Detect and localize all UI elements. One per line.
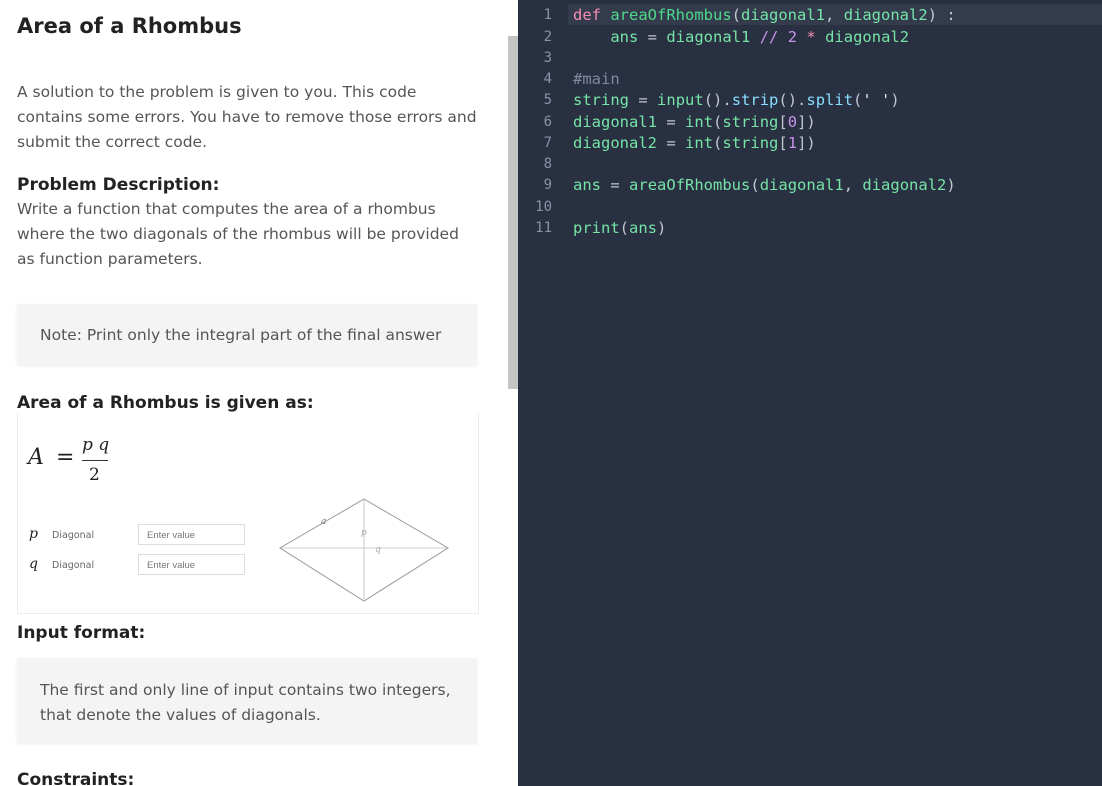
line-number-gutter: 1 2 3 4 5 6 7 8 9 10 11 <box>518 0 568 786</box>
description-heading: Problem Description: <box>17 175 220 195</box>
code-line-4[interactable]: #main <box>573 69 620 90</box>
note-box: Note: Print only the integral part of th… <box>17 304 477 365</box>
code-line-9[interactable]: ans = areaOfRhombus(diagonal1, diagonal2… <box>573 175 956 196</box>
input-format-box: The first and only line of input contain… <box>17 658 477 743</box>
area-heading: Area of a Rhombus is given as: <box>17 393 314 413</box>
line-number: 5 <box>543 92 552 108</box>
code-editor[interactable]: 1 2 3 4 5 6 7 8 9 10 11 def areaOfRhombu… <box>518 0 1102 786</box>
diagram-side-label: a <box>321 517 326 527</box>
line-number: 3 <box>543 50 552 66</box>
code-line-6[interactable]: diagonal1 = int(string[0]) <box>573 112 816 133</box>
input-format-heading: Input format: <box>17 623 146 643</box>
problem-panel: Area of a Rhombus A solution to the prob… <box>0 0 518 786</box>
formula-denominator: 2 <box>89 465 100 485</box>
diagram-p-label: p <box>361 528 367 538</box>
page-title: Area of a Rhombus <box>17 14 242 38</box>
description-text: Write a function that computes the area … <box>17 200 459 268</box>
code-line-11[interactable]: print(ans) <box>573 218 666 239</box>
p-label: Diagonal <box>52 530 95 541</box>
code-area[interactable]: def areaOfRhombus(diagonal1, diagonal2) … <box>568 0 1102 786</box>
code-line-7[interactable]: diagonal2 = int(string[1]) <box>573 133 816 154</box>
code-line-5[interactable]: string = input().strip().split(' ') <box>573 90 900 111</box>
line-number: 2 <box>543 29 552 45</box>
diagonal-q-input[interactable]: Enter value <box>138 554 245 575</box>
line-number: 6 <box>543 114 552 130</box>
formula-calculator: A = p q 2 p Diagonal Enter value q Diago… <box>17 413 479 614</box>
intro-text: A solution to the problem is given to yo… <box>17 83 477 151</box>
problem-scrollbar[interactable] <box>508 36 518 389</box>
line-number: 11 <box>535 220 552 236</box>
note-text: Note: Print only the integral part of th… <box>40 326 442 344</box>
line-number: 8 <box>543 156 552 172</box>
diagonal-p-input[interactable]: Enter value <box>138 524 245 545</box>
diagram-q-label: q <box>375 545 381 555</box>
fraction-bar <box>82 460 108 461</box>
line-number: 9 <box>543 177 552 193</box>
line-number: 1 <box>543 7 552 23</box>
line-number: 4 <box>543 71 552 87</box>
code-line-2[interactable]: ans = diagonal1 // 2 * diagonal2 <box>573 27 909 48</box>
line-number: 7 <box>543 135 552 151</box>
q-symbol: q <box>29 556 38 572</box>
line-number: 10 <box>535 199 552 215</box>
constraints-heading: Constraints: <box>17 770 135 786</box>
formula-numerator: p q <box>82 435 110 455</box>
p-symbol: p <box>29 526 38 542</box>
rhombus-diagram: a p q <box>279 498 449 602</box>
formula-equals: = <box>56 445 75 470</box>
formula-lhs: A <box>28 445 44 470</box>
input-format-text: The first and only line of input contain… <box>40 681 451 724</box>
code-line-1[interactable]: def areaOfRhombus(diagonal1, diagonal2) … <box>573 5 956 26</box>
q-label: Diagonal <box>52 560 95 571</box>
